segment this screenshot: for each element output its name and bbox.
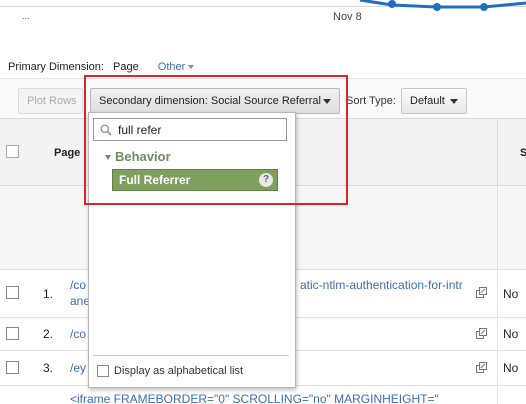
series-point [433, 3, 441, 11]
primary-dimension-bar: Primary Dimension: Page Other [8, 61, 195, 73]
row-checkbox[interactable] [6, 361, 19, 374]
chevron-down-icon [323, 99, 331, 104]
series-point [388, 0, 396, 8]
row-checkbox[interactable] [6, 286, 19, 299]
line-chart-fragment [0, 0, 526, 11]
caret-down-icon [105, 155, 111, 161]
dimension-group-label: Behavior [115, 149, 171, 164]
page-link[interactable]: <iframe FRAMEBORDER="0" SCROLLING="no" M… [70, 392, 439, 404]
chart-strip: ... Nov 8 [0, 0, 526, 26]
dimension-option-full-referrer[interactable]: Full Referrer ? [112, 169, 278, 191]
primary-dimension-label: Primary Dimension: [8, 61, 104, 73]
dimension-search-input[interactable] [118, 122, 283, 138]
other-label: Other [157, 61, 186, 73]
x-axis-tick-label: Nov 8 [333, 11, 362, 23]
search-icon [100, 124, 112, 136]
plot-rows-button[interactable]: Plot Rows [18, 88, 83, 114]
page-link-tail[interactable]: atic-ntlm-authentication-for-intr [300, 278, 463, 293]
row-value: No [503, 327, 519, 341]
chevron-down-icon [188, 65, 195, 70]
column-divider [497, 318, 498, 350]
column-divider [497, 351, 498, 385]
row-checkbox[interactable] [6, 327, 19, 340]
sort-type-label: Sort Type: [346, 95, 396, 107]
series-line [359, 0, 526, 9]
row-value: No [503, 287, 519, 301]
help-icon[interactable]: ? [259, 173, 273, 187]
alphabetical-list-toggle[interactable]: Display as alphabetical list [97, 365, 244, 378]
axis-left-label: ... [22, 11, 30, 21]
primary-dimension-other-link[interactable]: Other [158, 61, 195, 73]
page-link[interactable]: /ey [70, 361, 86, 376]
column-divider [497, 270, 498, 317]
sort-type-select[interactable]: Default [401, 88, 467, 114]
dimension-group-behavior[interactable]: Behavior [105, 149, 171, 164]
chevron-down-icon [450, 99, 458, 104]
row-value: No [503, 361, 519, 375]
row-index: 1. [43, 287, 54, 301]
primary-dimension-page[interactable]: Page [113, 61, 139, 73]
row-index: 3. [43, 361, 54, 375]
column-header-page[interactable]: Page [54, 147, 80, 159]
external-link-icon[interactable] [476, 328, 487, 339]
alphabetical-checkbox[interactable] [97, 365, 109, 378]
dimension-option-label: Full Referrer [119, 173, 191, 187]
series-point [480, 3, 488, 11]
column-header-next[interactable]: S [520, 147, 526, 159]
row-index: 2. [43, 327, 54, 341]
external-link-icon[interactable] [476, 287, 487, 298]
external-link-icon[interactable] [476, 362, 487, 373]
column-divider [497, 386, 498, 404]
select-all-checkbox[interactable] [6, 145, 19, 158]
secondary-dimension-label: Secondary dimension: Social Source Refer… [99, 95, 321, 107]
sort-type-value: Default [410, 95, 445, 107]
column-divider [497, 186, 498, 270]
page-link[interactable]: /co [70, 278, 86, 293]
alphabetical-label: Display as alphabetical list [114, 365, 244, 377]
table-row: <iframe FRAMEBORDER="0" SCROLLING="no" M… [0, 386, 526, 404]
page-link[interactable]: /co [70, 327, 86, 342]
secondary-dimension-dropdown: Behavior Full Referrer ? Display as alph… [88, 112, 296, 388]
dimension-search-box[interactable] [93, 118, 287, 141]
divider [93, 355, 289, 356]
column-divider [497, 119, 498, 187]
secondary-dimension-button[interactable]: Secondary dimension: Social Source Refer… [90, 88, 340, 114]
